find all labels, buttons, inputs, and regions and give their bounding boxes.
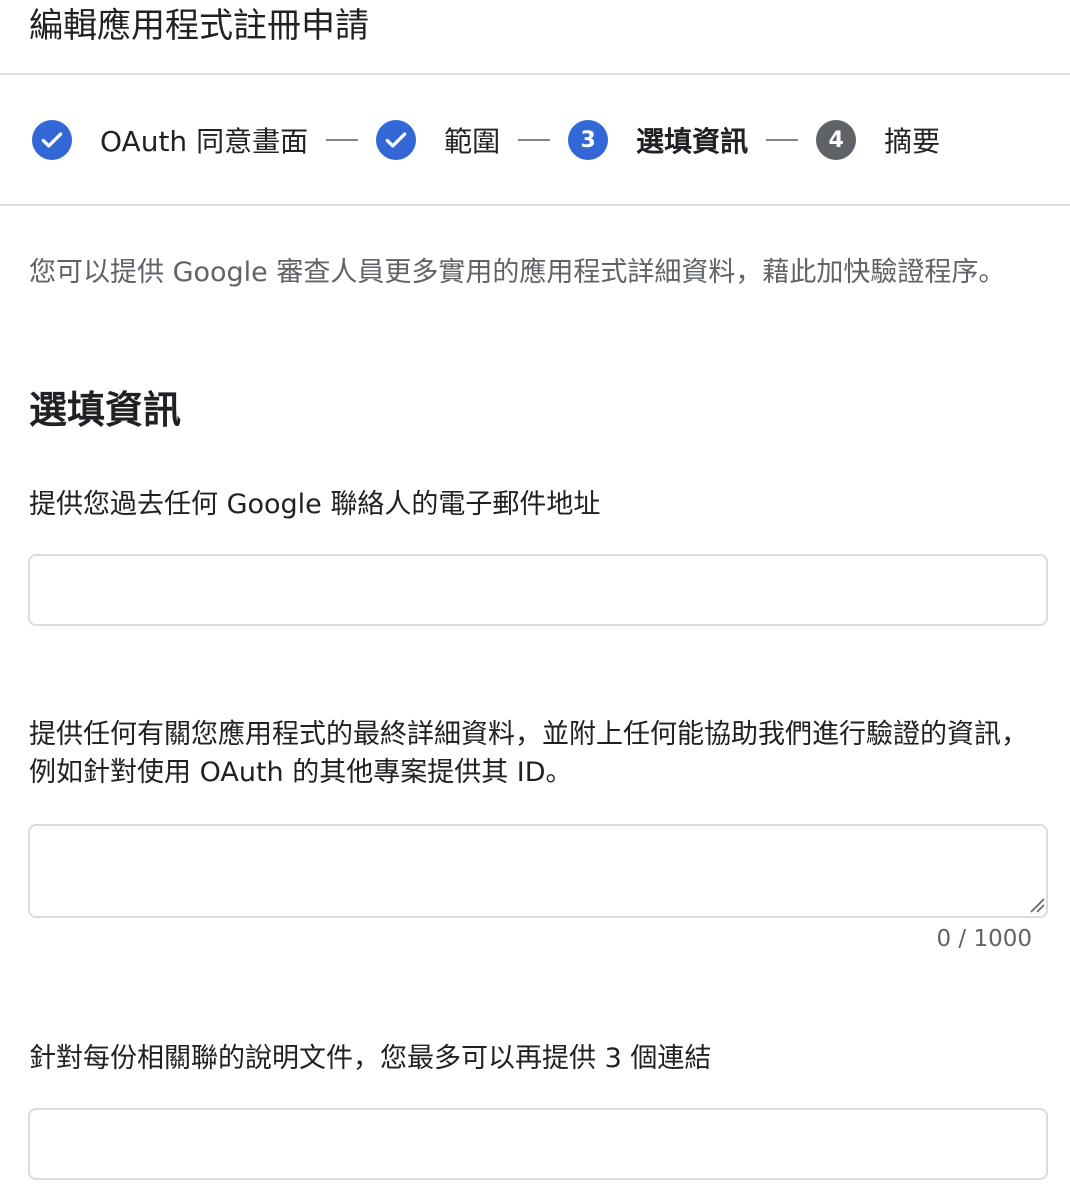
step-label: 範圍 [444, 125, 501, 158]
resize-handle-icon[interactable] [1026, 894, 1046, 914]
contact-email-label: 提供您過去任何 Google 聯絡人的電子郵件地址 [29, 489, 601, 520]
contact-email-input[interactable] [28, 554, 1048, 626]
step-1-check-icon [32, 120, 72, 160]
step-3-number: 3 [568, 120, 609, 160]
character-counter: 0 / 1000 [936, 926, 1032, 952]
description-text: 您可以提供 Google 審查人員更多實用的應用程式詳細資料，藉此加快驗證程序。 [29, 257, 1006, 288]
header-divider [0, 73, 1070, 75]
section-heading: 選填資訊 [29, 388, 182, 432]
step-label: 摘要 [884, 125, 941, 158]
stepper-divider [0, 204, 1070, 206]
step-4-number: 4 [816, 120, 857, 160]
step-separator [518, 139, 551, 141]
step-scopes[interactable]: 範圍 [376, 120, 500, 160]
step-separator [766, 139, 799, 141]
documentation-links-label: 針對每份相關聯的說明文件，您最多可以再提供 3 個連結 [29, 1043, 712, 1074]
step-separator [326, 139, 359, 141]
step-oauth-consent[interactable]: OAuth 同意畫面 [32, 120, 308, 160]
step-optional-info[interactable]: 3 選填資訊 [568, 120, 748, 160]
app-details-textarea[interactable] [28, 824, 1048, 918]
step-2-check-icon [376, 120, 417, 160]
step-summary[interactable]: 4 摘要 [816, 120, 940, 160]
app-details-label: 提供任何有關您應用程式的最終詳細資料，並附上任何能協助我們進行驗證的資訊，例如針… [29, 719, 1028, 788]
step-label: 選填資訊 [636, 125, 749, 158]
page-title: 編輯應用程式註冊申請 [29, 6, 369, 46]
documentation-link-input[interactable] [28, 1108, 1048, 1180]
step-label: OAuth 同意畫面 [100, 125, 309, 158]
stepper: OAuth 同意畫面 範圍 3 選填資訊 4 摘要 [32, 118, 940, 162]
